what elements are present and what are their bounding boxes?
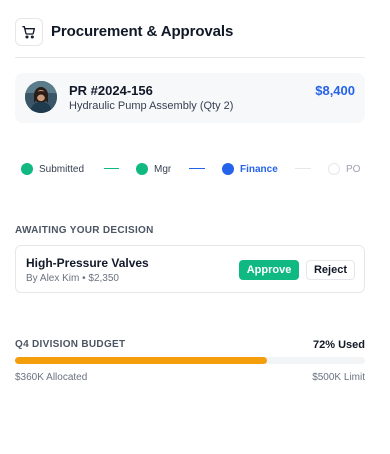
page-title: Procurement & Approvals — [51, 23, 234, 40]
decision-item-meta: By Alex Kim • $2,350 — [26, 273, 119, 284]
approve-button[interactable]: Approve — [239, 260, 299, 280]
decision-section-heading: AWAITING YOUR DECISION — [15, 225, 154, 236]
step-finance: Finance — [222, 160, 278, 178]
budget-used-percent: 72% Used — [313, 339, 365, 351]
budget-progress-track — [15, 357, 365, 364]
budget-progress-fill — [15, 357, 267, 364]
reject-button[interactable]: Reject — [306, 260, 355, 280]
step-label: Mgr — [154, 163, 172, 175]
step-po: PO — [328, 160, 360, 178]
step-connector — [189, 168, 205, 169]
step-connector — [295, 168, 311, 169]
budget-allocated: $360K Allocated — [15, 372, 88, 383]
decision-card: High-Pressure Valves By Alex Kim • $2,35… — [15, 245, 365, 293]
budget-section-heading: Q4 DIVISION BUDGET — [15, 339, 126, 350]
step-label: Submitted — [39, 163, 85, 175]
request-amount: $8,400 — [315, 83, 355, 98]
step-label: Finance — [240, 163, 278, 175]
cart-icon[interactable] — [15, 18, 43, 46]
step-complete-icon — [136, 163, 148, 175]
purchase-request-card[interactable]: PR #2024-156 Hydraulic Pump Assembly (Qt… — [15, 73, 365, 123]
avatar — [25, 81, 57, 113]
approval-stepper: Submitted Mgr Finance PO — [15, 160, 365, 180]
step-pending-icon — [328, 163, 340, 175]
request-number: PR #2024-156 — [69, 83, 153, 98]
step-connector — [104, 168, 119, 169]
step-label: PO — [346, 163, 361, 175]
budget-limit: $500K Limit — [312, 372, 365, 383]
page-header: Procurement & Approvals — [15, 18, 365, 58]
step-submitted: Submitted — [21, 160, 84, 178]
step-mgr: Mgr — [136, 160, 171, 178]
request-description: Hydraulic Pump Assembly (Qty 2) — [69, 100, 234, 112]
decision-item-title: High-Pressure Valves — [26, 256, 149, 270]
step-complete-icon — [21, 163, 33, 175]
step-current-icon — [222, 163, 234, 175]
